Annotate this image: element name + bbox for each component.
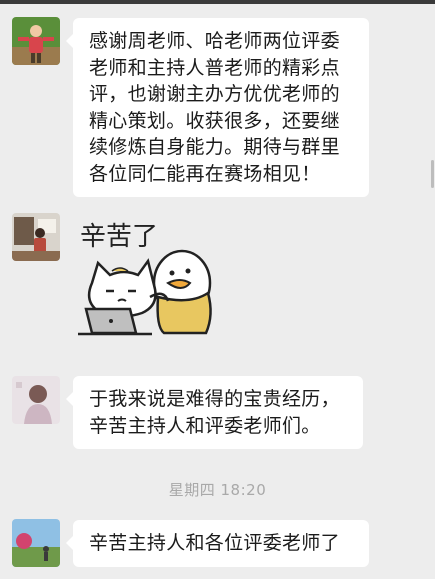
message-bubble[interactable]: 辛苦主持人和各位评委老师了	[66, 520, 369, 567]
sticker-message[interactable]: 辛苦了	[72, 205, 232, 345]
message-line: 各位同仁能再在赛场相见！	[89, 162, 321, 185]
message-line: 辛苦主持人和评委老师们。	[89, 414, 321, 437]
scrollbar[interactable]	[431, 160, 434, 188]
avatar[interactable]	[12, 376, 60, 424]
status-bar-strip	[0, 0, 435, 4]
message-line: 续修炼自身能力。期待与群里	[89, 136, 340, 158]
message-line: 感谢周老师、哈老师两位评委	[89, 30, 340, 52]
avatar[interactable]	[12, 17, 60, 65]
message-line: 于我来说是难得的宝贵经历，	[89, 388, 340, 410]
avatar[interactable]	[12, 213, 60, 261]
avatar[interactable]	[12, 519, 60, 567]
timestamp: 星期四 18:20	[168, 481, 267, 499]
sticker-caption: 辛苦了	[80, 222, 158, 252]
message-line: 精心策划。收获很多，还要继	[89, 109, 340, 132]
message-line: 老师和主持人普老师的精彩点	[89, 56, 340, 79]
duck-icon	[152, 249, 212, 335]
message-line: 辛苦主持人和各位评委老师了	[89, 532, 340, 554]
message-line: 评，也谢谢主办方优优老师的	[89, 83, 340, 105]
message-bubble[interactable]: 感谢周老师、哈老师两位评委 老师和主持人普老师的精彩点 评，也谢谢主办方优优老师…	[66, 18, 369, 197]
message-bubble[interactable]: 于我来说是难得的宝贵经历， 辛苦主持人和评委老师们。	[66, 376, 363, 449]
